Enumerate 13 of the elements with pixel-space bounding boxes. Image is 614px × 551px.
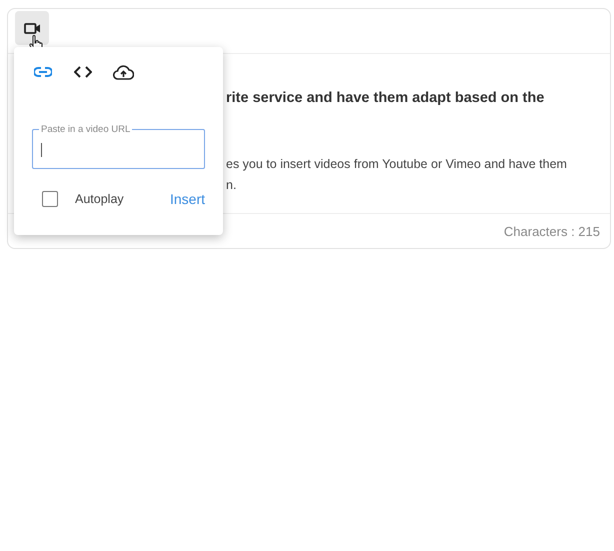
- link-icon: [34, 67, 52, 77]
- paragraph-line: es you to insert videos from Youtube or Vimeo and have them: [226, 156, 568, 173]
- heading: rite service and have them adapt based on the: [226, 90, 546, 106]
- cloud-upload-icon: [112, 64, 134, 80]
- character-count: Characters : 215: [504, 224, 600, 238]
- video-camera-icon: [24, 22, 40, 34]
- field-label: Paste in a video URL: [39, 124, 132, 135]
- insert-button[interactable]: Insert: [170, 191, 205, 207]
- autoplay-label: Autoplay: [75, 192, 125, 206]
- paragraph-line: n.: [226, 177, 238, 194]
- video-button[interactable]: [15, 11, 49, 45]
- autoplay-checkbox[interactable]: [42, 191, 58, 207]
- code-icon: [74, 66, 92, 78]
